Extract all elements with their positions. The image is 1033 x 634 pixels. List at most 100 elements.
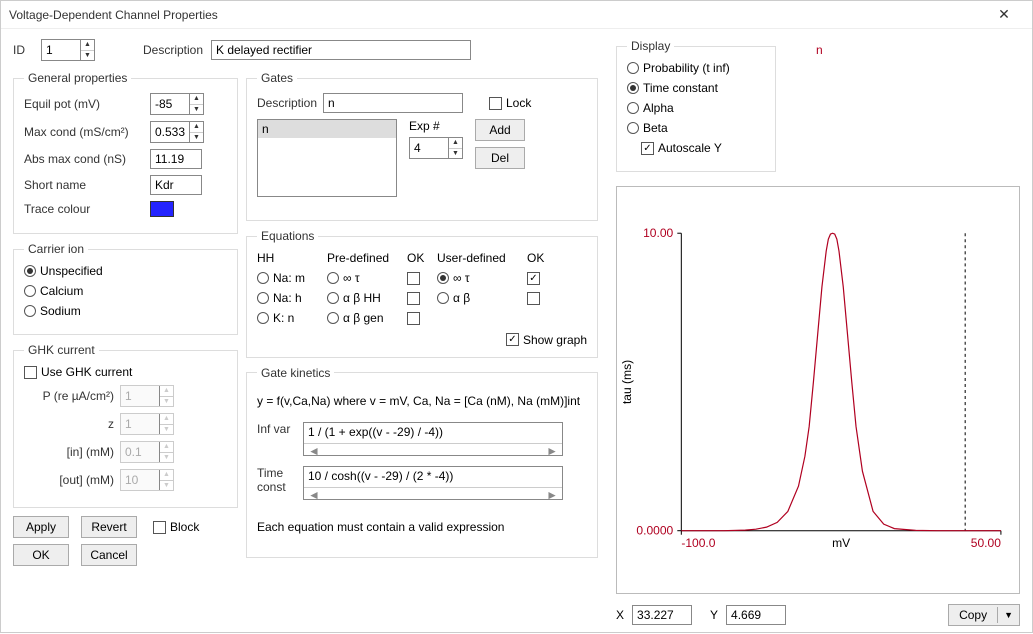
scroll-right-icon[interactable]: ► (546, 488, 558, 499)
z-spinner: ▲▼ (120, 413, 174, 435)
display-group: Display Probability (t inf) Time constan… (616, 39, 776, 172)
ghk-group: GHK current Use GHK current P (re µA/cm²… (13, 343, 238, 508)
revert-button[interactable]: Revert (81, 516, 137, 538)
trace-label: Trace colour (24, 202, 144, 216)
ok-pre-3[interactable] (407, 312, 437, 325)
use-ghk-checkbox[interactable]: Use GHK current (24, 365, 132, 379)
ok-pre-2[interactable] (407, 292, 437, 305)
content: ID ▲▼ Description General properties Equ… (1, 29, 1032, 634)
readout-row: X Y Copy▼ (616, 604, 1020, 626)
col-right: Gates Description Lock n Exp # (246, 71, 598, 566)
description-field[interactable] (211, 40, 471, 60)
maxcond-field[interactable] (151, 122, 189, 142)
ok-pre-1[interactable] (407, 272, 437, 285)
show-graph-checkbox[interactable]: ✓Show graph (506, 333, 587, 347)
autoscale-checkbox[interactable]: ✓Autoscale Y (641, 141, 722, 155)
hh-header: HH (257, 251, 327, 265)
x-readout[interactable] (632, 605, 692, 625)
absmax-label: Abs max cond (nS) (24, 152, 144, 166)
exp-spinner[interactable]: ▲▼ (409, 137, 463, 159)
user-header: User-defined (437, 251, 527, 265)
ok-button[interactable]: OK (13, 544, 69, 566)
radio-calcium[interactable]: Calcium (24, 284, 83, 298)
kinetics-formula: y = f(v,Ca,Na) where v = mV, Ca, Na = [C… (257, 394, 587, 408)
radio-kn[interactable]: K: n (257, 311, 327, 325)
svg-text:10.00: 10.00 (643, 226, 673, 240)
radio-nah[interactable]: Na: h (257, 291, 327, 305)
maxcond-spinner[interactable]: ▲▼ (150, 121, 204, 143)
pre-header: Pre-defined (327, 251, 407, 265)
y-readout[interactable] (726, 605, 786, 625)
gates-group: Gates Description Lock n Exp # (246, 71, 598, 221)
scroll-left-icon[interactable]: ◄ (308, 488, 320, 499)
trace-color-swatch[interactable] (150, 201, 174, 217)
shortname-field[interactable] (150, 175, 202, 195)
radio-abhh[interactable]: α β HH (327, 291, 407, 305)
gate-list[interactable]: n (257, 119, 397, 197)
maxcond-label: Max cond (mS/cm²) (24, 125, 144, 139)
del-button[interactable]: Del (475, 147, 525, 169)
id-field[interactable] (42, 40, 80, 60)
general-group: General properties Equil pot (mV) ▲▼ Max… (13, 71, 238, 234)
radio-inft[interactable]: ∞ τ (327, 271, 407, 285)
columns: General properties Equil pot (mV) ▲▼ Max… (13, 71, 598, 566)
x-label: X (616, 608, 624, 622)
svg-text:-100.0: -100.0 (681, 536, 715, 550)
radio-alpha[interactable]: Alpha (627, 101, 674, 115)
close-icon[interactable]: ✕ (984, 6, 1024, 23)
radio-time[interactable]: Time constant (627, 81, 718, 95)
ok-user-1[interactable]: ✓ (527, 272, 557, 285)
desc-label: Description (143, 43, 203, 57)
ok-user-2[interactable] (527, 292, 557, 305)
radio-sodium[interactable]: Sodium (24, 304, 81, 318)
kinetics-note: Each equation must contain a valid expre… (257, 520, 587, 534)
id-label: ID (13, 43, 33, 57)
radio-user-ab[interactable]: α β (437, 291, 527, 305)
svg-text:50.00: 50.00 (971, 536, 1001, 550)
cancel-button[interactable]: Cancel (81, 544, 137, 566)
short-label: Short name (24, 178, 144, 192)
y-label: Y (710, 608, 718, 622)
time-field[interactable]: 10 / cosh((v - -29) / (2 * -4)) ◄► (303, 466, 563, 500)
apply-button[interactable]: Apply (13, 516, 69, 538)
series-label: n (816, 43, 823, 57)
radio-prob[interactable]: Probability (t inf) (627, 61, 730, 75)
inf-label: Inf var (257, 422, 297, 436)
right-panel: Display Probability (t inf) Time constan… (606, 29, 1032, 634)
exp-field[interactable] (410, 138, 448, 158)
left-panel: ID ▲▼ Description General properties Equ… (1, 29, 606, 634)
display-legend: Display (627, 39, 674, 53)
kinetics-group: Gate kinetics y = f(v,Ca,Na) where v = m… (246, 366, 598, 558)
dropdown-icon[interactable]: ▼ (997, 607, 1019, 623)
inf-field[interactable]: 1 / (1 + exp((v - -29) / -4)) ◄► (303, 422, 563, 456)
absmax-field[interactable] (150, 149, 202, 169)
lock-checkbox[interactable]: Lock (489, 96, 531, 110)
spin-up-icon[interactable]: ▲ (81, 40, 94, 51)
equil-label: Equil pot (mV) (24, 97, 144, 111)
list-item[interactable]: n (258, 120, 396, 138)
equil-field[interactable] (151, 94, 189, 114)
action-row1: Apply Revert Block (13, 516, 238, 538)
action-row2: OK Cancel (13, 544, 238, 566)
out-label: [out] (mM) (24, 473, 114, 487)
id-spinner[interactable]: ▲▼ (41, 39, 95, 61)
out-spinner: ▲▼ (120, 469, 174, 491)
block-checkbox[interactable]: Block (153, 520, 199, 534)
add-button[interactable]: Add (475, 119, 525, 141)
radio-beta[interactable]: Beta (627, 121, 668, 135)
equil-spinner[interactable]: ▲▼ (150, 93, 204, 115)
in-spinner: ▲▼ (120, 441, 174, 463)
radio-user-inft[interactable]: ∞ τ (437, 271, 527, 285)
radio-nam[interactable]: Na: m (257, 271, 327, 285)
equations-legend: Equations (257, 229, 318, 243)
header-row: ID ▲▼ Description (13, 39, 598, 61)
chart[interactable]: 10.000.0000-100.050.00mVtau (ms) (616, 186, 1020, 594)
svg-text:mV: mV (832, 536, 850, 550)
radio-abgen[interactable]: α β gen (327, 311, 407, 325)
gate-desc-field[interactable] (323, 93, 463, 113)
scroll-right-icon[interactable]: ► (546, 444, 558, 455)
copy-button[interactable]: Copy▼ (948, 604, 1020, 626)
spin-down-icon[interactable]: ▼ (81, 51, 94, 61)
radio-unspecified[interactable]: Unspecified (24, 264, 103, 278)
scroll-left-icon[interactable]: ◄ (308, 444, 320, 455)
